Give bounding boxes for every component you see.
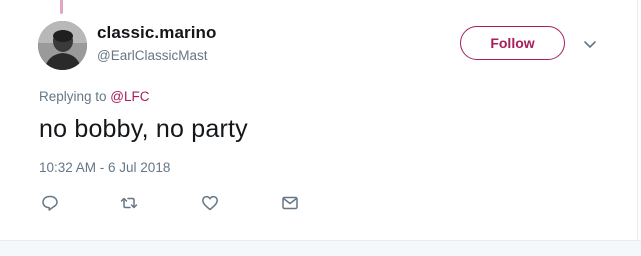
user-handle[interactable]: @EarlClassicMast: [97, 48, 207, 63]
retweet-icon[interactable]: [119, 193, 139, 213]
chevron-down-icon[interactable]: [582, 36, 598, 52]
heart-icon[interactable]: [200, 193, 220, 213]
card-right-border: [637, 0, 638, 241]
tweet-text: no bobby, no party: [39, 115, 248, 143]
replying-to-label: Replying to: [39, 89, 111, 104]
mention-link[interactable]: @LFC: [110, 89, 149, 104]
replying-to-line: Replying to @LFC: [39, 89, 150, 104]
follow-button[interactable]: Follow: [460, 26, 565, 60]
tweet-timestamp[interactable]: 10:32 AM - 6 Jul 2018: [39, 160, 170, 175]
page-background-strip: [0, 241, 641, 256]
user-display-name[interactable]: classic.marino: [97, 23, 217, 43]
reply-icon[interactable]: [40, 193, 60, 213]
thread-connector-line: [60, 0, 63, 14]
envelope-icon[interactable]: [280, 193, 300, 213]
avatar[interactable]: [38, 21, 87, 70]
